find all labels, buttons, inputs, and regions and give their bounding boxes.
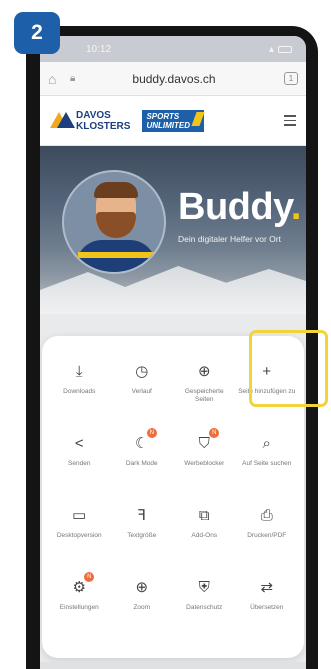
status-icons: ▴ [269, 44, 292, 55]
find-in-page-icon: ⌕ [262, 434, 271, 452]
adblock-icon: ⛉ N [193, 428, 220, 454]
step-number-badge: 2 [14, 12, 60, 54]
menu-item-share[interactable]: < Senden [48, 428, 111, 500]
home-icon[interactable]: ⌂ [48, 71, 70, 87]
desktop-icon: ▭ [72, 507, 87, 524]
davos-klosters-logo[interactable]: DAVOS KLOSTERS [50, 110, 130, 132]
bottom-gesture-bar [40, 662, 306, 669]
menu-item-desktop-version[interactable]: ▭ Desktopversion [48, 500, 111, 572]
text-size-icon: ꟻ [137, 507, 147, 524]
menu-item-dark-mode[interactable]: ☾ N Dark Mode [111, 428, 174, 500]
hero-title: Buddy. [178, 186, 301, 228]
url-bar[interactable]: ⌂ 🔒︎ buddy.davos.ch 1 [40, 62, 306, 96]
menu-item-history[interactable]: ◷ Verlauf [111, 356, 174, 428]
print-icon: ⎙ [260, 506, 273, 524]
menu-item-adblock[interactable]: ⛉ N Werbeblocker [173, 428, 236, 500]
new-badge: N [146, 428, 157, 438]
zoom-icon: ⊕ [135, 579, 149, 596]
new-badge: N [209, 428, 220, 438]
menu-item-addons[interactable]: ⧉ Add-Ons [173, 500, 236, 572]
hero-subtitle: Dein digitaler Helfer vor Ort [178, 234, 281, 244]
saved-pages-icon: ⊕ [197, 363, 211, 380]
menu-item-settings[interactable]: ⚙ N Einstellungen [48, 572, 111, 644]
menu-item-text-size[interactable]: ꟻ Textgröße [111, 500, 174, 572]
menu-item-print[interactable]: ⎙ Drucken/PDF [236, 500, 299, 572]
hero-banner: Buddy. Dein digitaler Helfer vor Ort [40, 146, 306, 314]
menu-item-find-in-page[interactable]: ⌕ Auf Seite suchen [236, 428, 299, 500]
menu-item-downloads[interactable]: ⤓ Downloads [48, 356, 111, 428]
hamburger-menu-icon[interactable] [284, 115, 296, 126]
history-icon: ◷ [135, 363, 149, 380]
translate-icon: ⇄ [260, 579, 274, 596]
status-time: 10:12 [86, 43, 112, 55]
sports-unlimited-logo[interactable]: SPORTS UNLIMITED [142, 109, 205, 132]
highlight-add-page-to [249, 330, 328, 407]
privacy-icon: ⛨ [198, 578, 210, 596]
settings-icon: ⚙ N [68, 572, 95, 598]
battery-icon [278, 45, 292, 53]
buddy-avatar [62, 170, 166, 274]
lock-icon[interactable]: 🔒︎ [70, 73, 88, 84]
menu-item-zoom[interactable]: ⊕ Zoom [111, 572, 174, 644]
addons-icon: ⧉ [198, 506, 210, 524]
menu-item-translate[interactable]: ⇄ Übersetzen [236, 572, 299, 644]
menu-item-privacy[interactable]: ⛨ Datenschutz [173, 572, 236, 644]
new-badge: N [84, 572, 95, 582]
tabs-icon[interactable]: 1 [284, 72, 298, 85]
download-icon: ⤓ [75, 362, 83, 380]
brand-text: DAVOS KLOSTERS [76, 109, 131, 132]
wifi-icon: ▴ [268, 43, 274, 55]
dark-mode-icon: ☾ N [131, 428, 157, 454]
menu-item-saved-pages[interactable]: ⊕ Gespeicherte Seiten [173, 356, 236, 428]
status-bar: 10:12 ▴ [40, 36, 306, 62]
site-header: DAVOS KLOSTERS SPORTS UNLIMITED [40, 96, 306, 146]
url-text[interactable]: buddy.davos.ch [88, 72, 260, 86]
share-icon: < [74, 434, 84, 452]
